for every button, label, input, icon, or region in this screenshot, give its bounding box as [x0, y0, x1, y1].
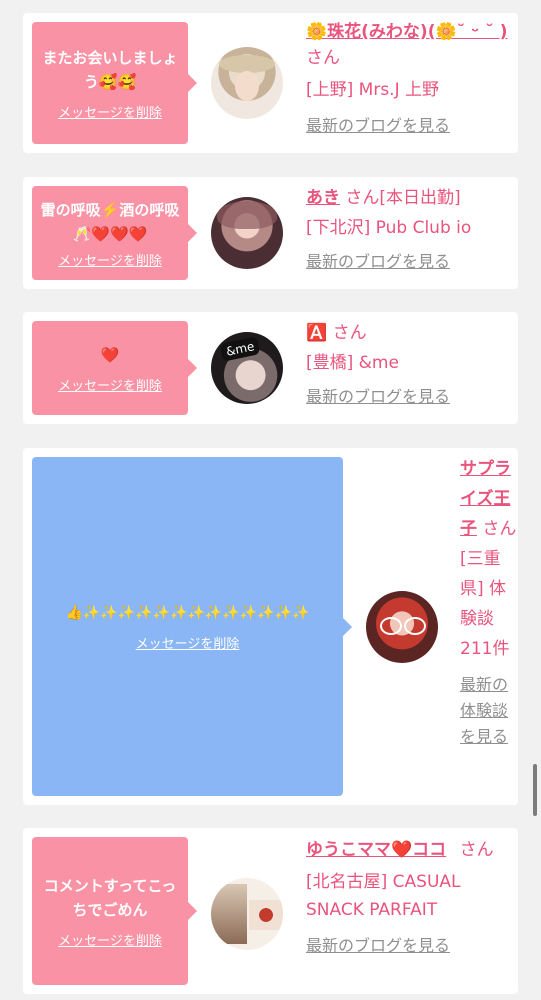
honorific: さん: [332, 323, 367, 343]
user-info: 🅰️ さん [豊橋] &me 最新のブログを見る: [306, 318, 511, 412]
user-info: ゆうこママ❤️ココ さん [北名古屋] CASUAL SNACK PARFAIT…: [306, 836, 511, 960]
avatar[interactable]: [211, 47, 283, 119]
message-text: またお会いしましょう🥰🥰: [42, 48, 178, 91]
message-bubble: 雷の呼吸⚡️酒の呼吸🥂❤️❤️❤️ メッセージを削除: [32, 186, 197, 280]
latest-blog-link[interactable]: 最新のブログを見る: [306, 252, 450, 271]
latest-blog-link[interactable]: 最新のブログを見る: [306, 116, 450, 135]
delete-message-link[interactable]: メッセージを削除: [136, 633, 240, 652]
avatar[interactable]: &me: [211, 332, 283, 404]
store-text: [北名古屋] CASUAL SNACK PARFAIT: [306, 872, 461, 920]
avatar[interactable]: [211, 197, 283, 269]
avatar-hair-shape: [217, 201, 277, 229]
user-name-link[interactable]: ゆうこママ❤️ココ: [306, 840, 446, 860]
delete-message-link[interactable]: メッセージを削除: [58, 375, 162, 394]
scrollbar[interactable]: [533, 764, 537, 816]
avatar-face-shape: [235, 71, 259, 101]
delete-message-link[interactable]: メッセージを削除: [58, 250, 162, 269]
message-text: ❤️: [100, 345, 120, 364]
latest-blog-link[interactable]: 最新のブログを見る: [306, 387, 450, 406]
avatar-glasses-shape: [404, 617, 426, 635]
message-card: ❤️ メッセージを削除 &me 🅰️ さん [豊橋] &me 最新のブログを見る: [23, 312, 518, 424]
delete-message-link[interactable]: メッセージを削除: [58, 930, 162, 949]
user-info: あき さん[本日出勤] [下北沢] Pub Club io 最新のブログを見る: [306, 183, 511, 277]
latest-review-link[interactable]: 最新の体験談を見る: [460, 675, 508, 746]
message-card: またお会いしましょう🥰🥰 メッセージを削除 🌼珠花(みわな)(🌼˘ ᵕ ˘ ) …: [23, 13, 518, 153]
avatar[interactable]: [211, 878, 283, 950]
avatar[interactable]: [366, 591, 438, 663]
honorific: さん: [482, 519, 517, 539]
message-card: コメントすってこっちでごめん メッセージを削除 ゆうこママ❤️ココ さん [北名…: [23, 828, 518, 994]
avatar-glasses-shape: [380, 617, 402, 635]
avatar-photo-right: [249, 900, 283, 930]
message-text: 👍✨✨✨✨✨✨✨✨✨✨✨✨✨: [65, 605, 310, 621]
message-card: 👍✨✨✨✨✨✨✨✨✨✨✨✨✨ メッセージを削除 サプライズ王子 さん [三重県]…: [23, 448, 518, 805]
user-name-link[interactable]: 🅰️: [306, 323, 327, 343]
store-text: [下北沢] Pub Club io: [306, 218, 472, 238]
store-text: [三重県] 体験談 211件: [460, 549, 510, 659]
latest-blog-link[interactable]: 最新のブログを見る: [306, 936, 450, 955]
delete-message-link[interactable]: メッセージを削除: [58, 102, 162, 121]
store-text: [豊橋] &me: [306, 353, 399, 373]
message-bubble: コメントすってこっちでごめん メッセージを削除: [32, 837, 197, 985]
message-bubble: またお会いしましょう🥰🥰 メッセージを削除: [32, 22, 197, 144]
user-info: 🌼珠花(みわな)(🌼˘ ᵕ ˘ ) さん [上野] Mrs.J 上野 最新のブロ…: [306, 19, 511, 141]
avatar-logo-text: &me: [219, 336, 261, 362]
message-text: 雷の呼吸⚡️酒の呼吸🥂❤️❤️❤️: [40, 200, 180, 243]
message-card: 雷の呼吸⚡️酒の呼吸🥂❤️❤️❤️ メッセージを削除 あき さん[本日出勤] […: [23, 177, 518, 289]
message-bubble: 👍✨✨✨✨✨✨✨✨✨✨✨✨✨ メッセージを削除: [32, 457, 352, 796]
honorific: さん[本日出勤]: [345, 188, 461, 208]
honorific: さん: [459, 840, 494, 860]
honorific: さん: [306, 48, 340, 68]
message-text: コメントすってこっちでごめん: [43, 876, 177, 919]
store-text: [上野] Mrs.J 上野: [306, 80, 440, 100]
user-name-link[interactable]: 🌼珠花(みわな)(🌼˘ ᵕ ˘ ): [306, 22, 507, 42]
message-bubble: ❤️ メッセージを削除: [32, 321, 197, 415]
user-name-link[interactable]: あき: [306, 188, 340, 208]
user-info: サプライズ王子 さん [三重県] 体験談 211件 最新の体験談を見る: [460, 454, 518, 750]
avatar-photo-left: [211, 884, 247, 944]
